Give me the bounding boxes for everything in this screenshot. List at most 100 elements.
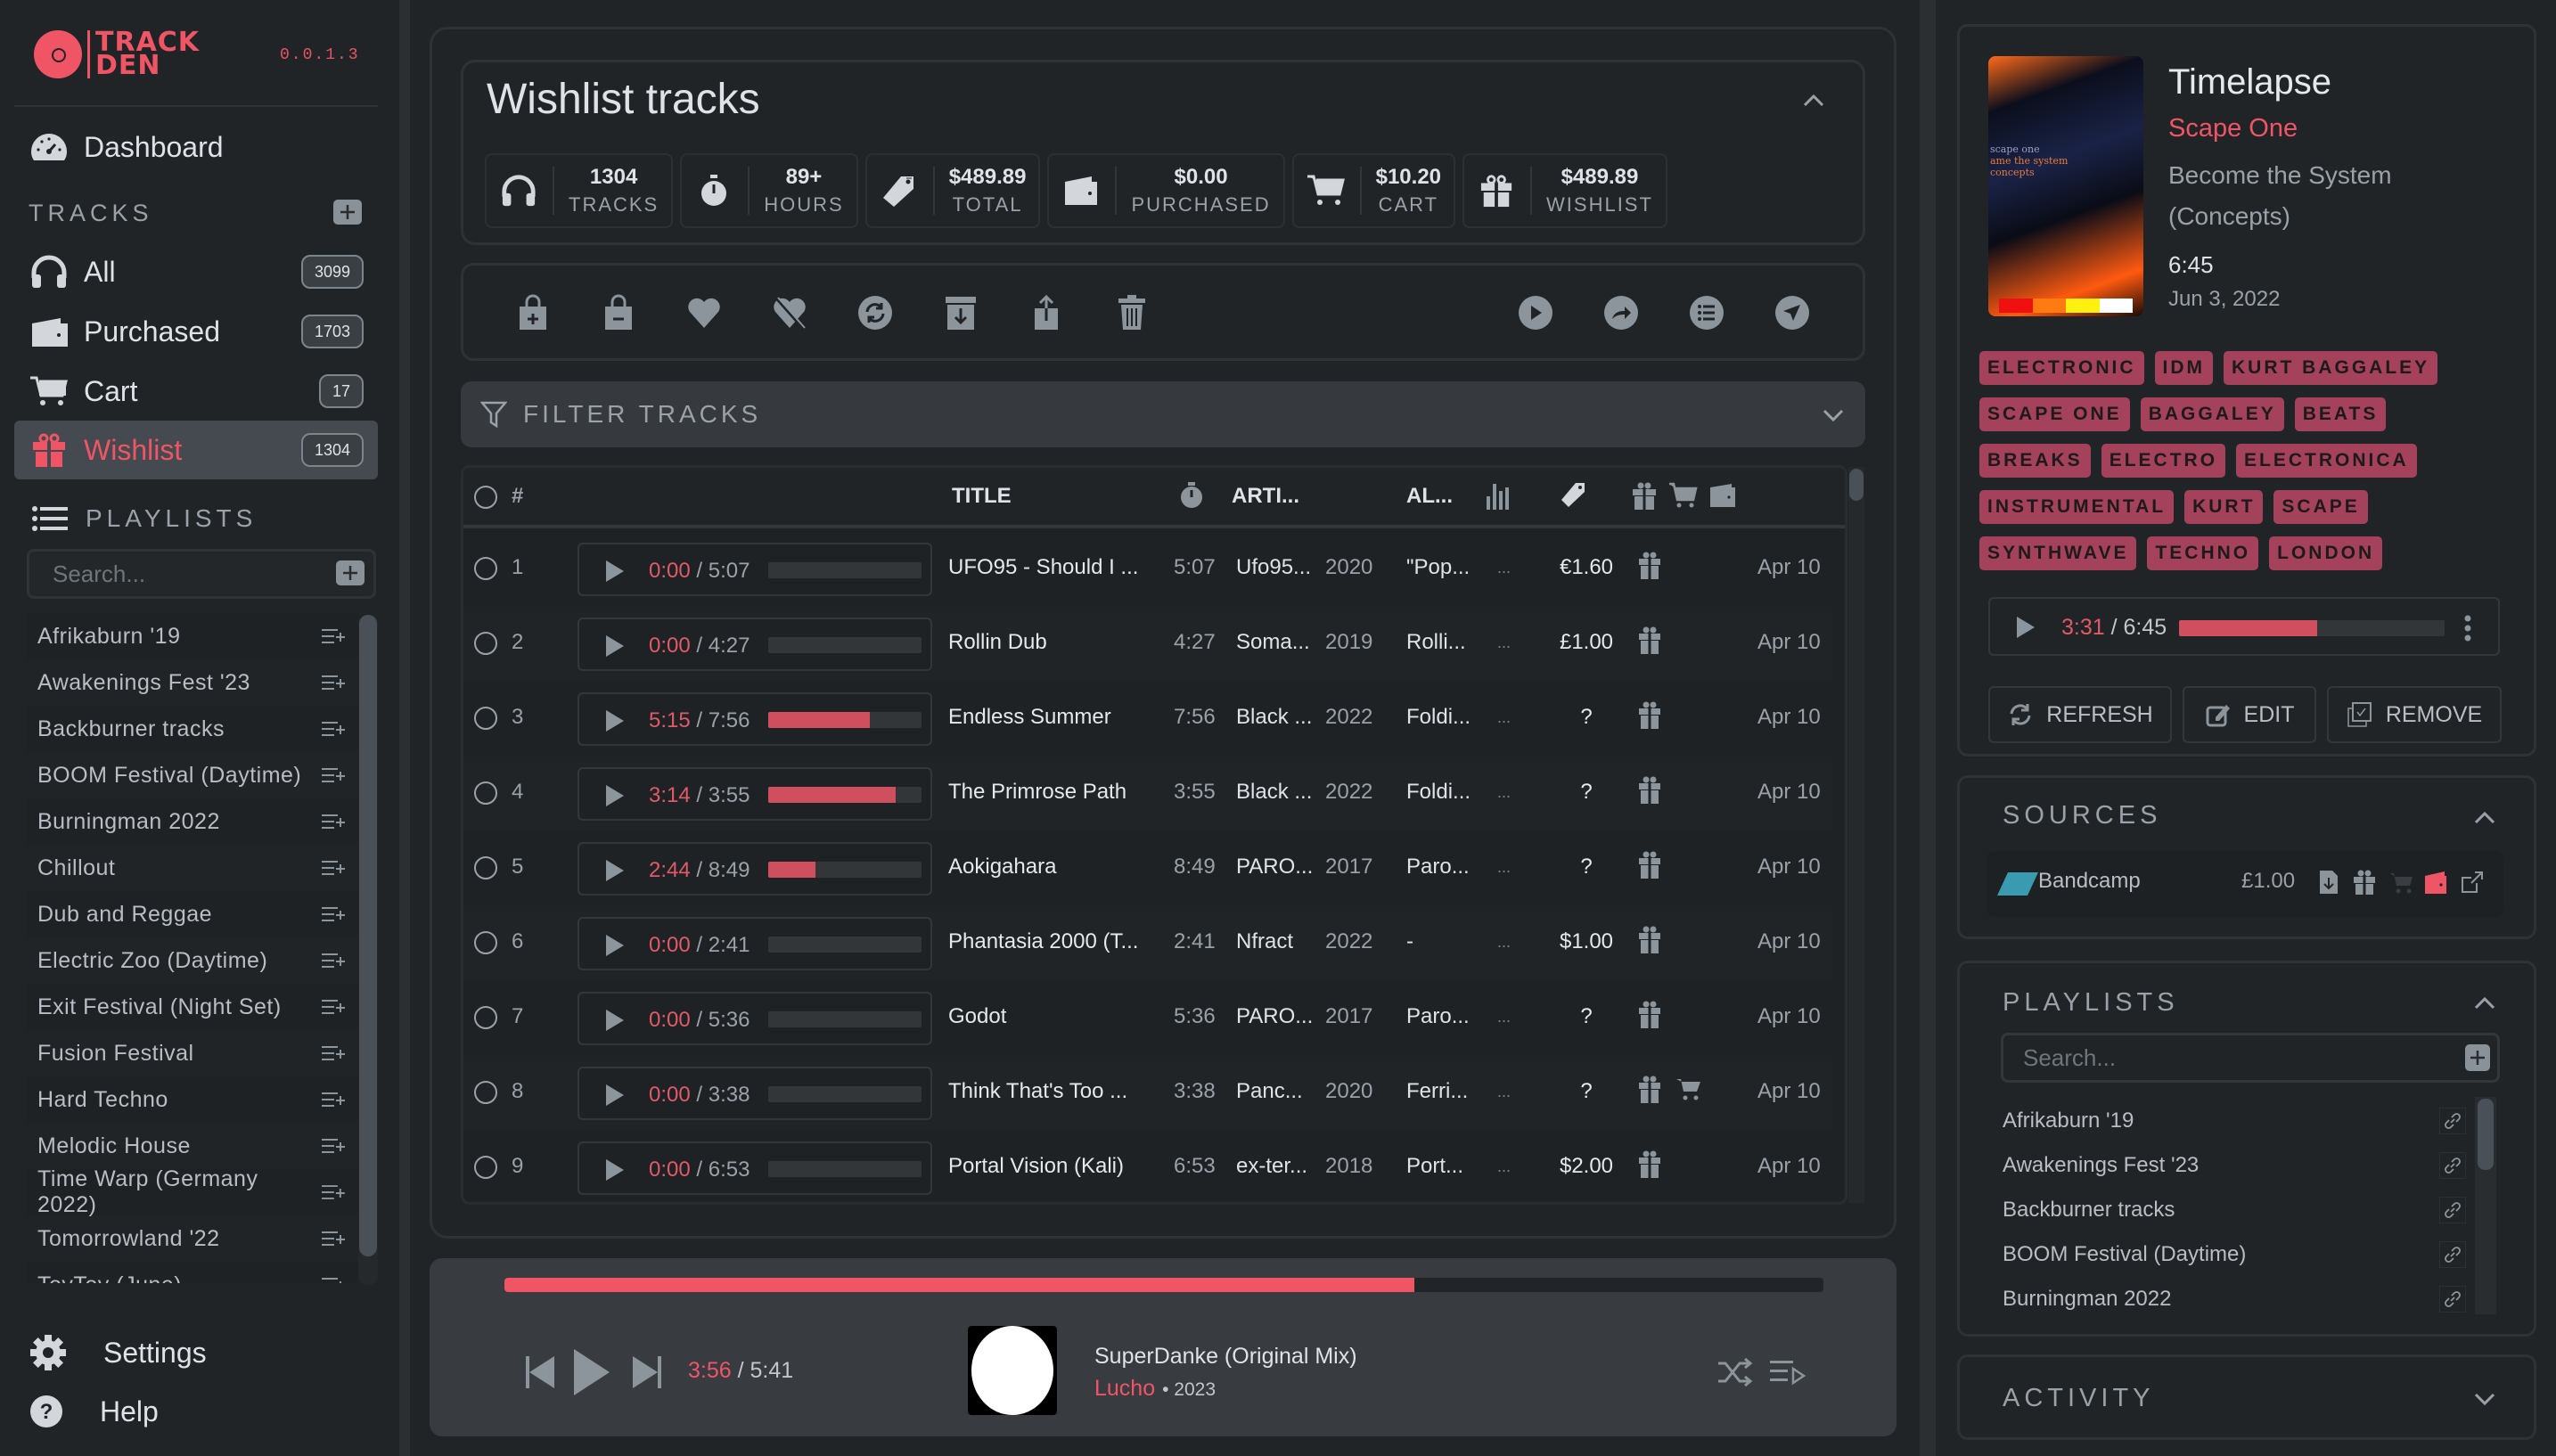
wishlist-gift-icon[interactable] bbox=[2352, 869, 2377, 896]
add-to-playlist-icon[interactable] bbox=[321, 998, 348, 1016]
track-title[interactable]: Portal Vision (Kali) bbox=[948, 1154, 1124, 1179]
track-more[interactable]: ... bbox=[1497, 1083, 1511, 1101]
now-playing-title[interactable]: SuperDanke (Original Mix) bbox=[1094, 1344, 1357, 1370]
wishlist-gift-icon[interactable] bbox=[1636, 1149, 1663, 1179]
add-to-playlist-icon[interactable] bbox=[321, 905, 348, 923]
scrollbar-thumb[interactable] bbox=[359, 615, 377, 1256]
play-selected-button[interactable] bbox=[1515, 292, 1556, 333]
wishlist-gift-icon[interactable] bbox=[1636, 1074, 1663, 1104]
play-button[interactable] bbox=[570, 1347, 611, 1397]
refresh-track-button[interactable]: REFRESH bbox=[1988, 686, 2172, 743]
track-album[interactable]: Paro... bbox=[1406, 1004, 1470, 1029]
table-row[interactable]: 8 0:00 / 3:38 Think That's Too ... 3:38 Panc… bbox=[463, 1056, 1832, 1131]
track-title[interactable]: Rollin Dub bbox=[948, 630, 1047, 655]
row-preview-progress[interactable] bbox=[768, 637, 922, 653]
scrollbar-thumb[interactable] bbox=[1849, 469, 1864, 501]
sidebar-playlist-item[interactable]: Awakenings Fest '23 bbox=[27, 659, 358, 706]
add-playlist-button[interactable] bbox=[336, 560, 365, 585]
chevron-up-icon[interactable] bbox=[2471, 805, 2498, 831]
delete-button[interactable] bbox=[1111, 292, 1152, 333]
tag-chip[interactable]: SCAPE bbox=[2273, 490, 2368, 524]
track-artist[interactable]: Ufo95... bbox=[1236, 555, 1311, 580]
tag-chip[interactable]: INSTRUMENTAL bbox=[1979, 490, 2175, 524]
add-to-playlist-icon[interactable] bbox=[321, 1091, 348, 1108]
nav-wishlist[interactable]: Wishlist 1304 bbox=[14, 421, 378, 479]
row-preview-progress[interactable] bbox=[768, 562, 922, 578]
row-select-radio[interactable] bbox=[474, 557, 497, 580]
track-more[interactable]: ... bbox=[1497, 933, 1511, 952]
row-select-radio[interactable] bbox=[474, 931, 497, 954]
archive-button[interactable] bbox=[940, 292, 981, 333]
table-row[interactable]: 6 0:00 / 2:41 Phantasia 2000 (T... 2:41 Nfra… bbox=[463, 906, 1832, 981]
track-more[interactable]: ... bbox=[1497, 1157, 1511, 1176]
col-artist[interactable]: ARTI... bbox=[1232, 484, 1299, 509]
track-artist[interactable]: Soma... bbox=[1236, 630, 1310, 655]
sidebar-playlist-item[interactable]: Tomorrowland '22 bbox=[27, 1215, 358, 1262]
track-artist[interactable]: Panc... bbox=[1236, 1079, 1303, 1104]
wishlist-gift-icon[interactable] bbox=[1636, 924, 1663, 954]
nav-all[interactable]: All 3099 bbox=[14, 242, 378, 301]
export-button[interactable] bbox=[1026, 292, 1067, 333]
chevron-down-icon[interactable] bbox=[1821, 403, 1846, 428]
track-album[interactable]: Foldi... bbox=[1406, 705, 1471, 730]
tag-chip[interactable]: LONDON bbox=[2269, 536, 2383, 570]
now-playing-artwork[interactable] bbox=[968, 1326, 1057, 1415]
add-to-playlist-icon[interactable] bbox=[321, 766, 348, 784]
album-cover[interactable]: scape one ame the system concepts bbox=[1988, 56, 2143, 316]
track-more[interactable]: ... bbox=[1497, 708, 1511, 727]
remove-track-button[interactable]: REMOVE bbox=[2327, 686, 2502, 743]
table-row[interactable]: 9 0:00 / 6:53 Portal Vision (Kali) 6:53 ex-t… bbox=[463, 1131, 1832, 1202]
col-wishlist-gift-icon[interactable] bbox=[1629, 480, 1659, 511]
tag-chip[interactable]: KURT BAGGALEY bbox=[2224, 351, 2438, 385]
external-link-icon[interactable] bbox=[2459, 869, 2484, 896]
download-file-icon[interactable] bbox=[2316, 869, 2341, 896]
nav-cart[interactable]: Cart 17 bbox=[14, 362, 378, 421]
sidebar-playlist-item[interactable]: Backburner tracks bbox=[27, 706, 358, 752]
col-number[interactable]: # bbox=[512, 484, 523, 509]
track-title[interactable]: Aokigahara bbox=[948, 855, 1056, 879]
source-row[interactable]: Bandcamp £1.00 bbox=[1987, 851, 2503, 917]
row-preview-progress[interactable] bbox=[768, 787, 922, 803]
add-to-playlist-icon[interactable] bbox=[321, 813, 348, 830]
row-select-radio[interactable] bbox=[474, 632, 497, 655]
tag-chip[interactable]: ELECTRO bbox=[2101, 444, 2226, 478]
nav-help[interactable]: ? Help bbox=[29, 1394, 159, 1429]
track-playlist-search[interactable] bbox=[2001, 1033, 2500, 1083]
add-to-playlist-icon[interactable] bbox=[321, 952, 348, 969]
track-playlist-item[interactable]: Awakenings Fest '23 bbox=[2003, 1143, 2466, 1188]
sidebar-playlist-item[interactable]: Dub and Reggae bbox=[27, 891, 358, 937]
track-album[interactable]: Paro... bbox=[1406, 855, 1470, 879]
sidebar-playlist-item[interactable]: Chillout bbox=[27, 845, 358, 891]
table-row[interactable]: 3 5:15 / 7:56 Endless Summer 7:56 Black ... 2… bbox=[463, 682, 1832, 757]
col-title[interactable]: TITLE bbox=[952, 484, 1012, 509]
previous-track-button[interactable] bbox=[524, 1354, 556, 1390]
col-duration-stopwatch-icon[interactable] bbox=[1176, 480, 1207, 511]
sidebar-playlist-item[interactable]: Afrikaburn '19 bbox=[27, 613, 358, 659]
in-cart-icon[interactable] bbox=[1675, 1076, 1702, 1102]
wishlist-gift-icon[interactable] bbox=[1636, 849, 1663, 879]
play-icon[interactable] bbox=[604, 559, 626, 584]
col-purchased-wallet-icon[interactable] bbox=[1708, 480, 1738, 511]
add-to-playlist-button[interactable] bbox=[1686, 292, 1727, 333]
tag-chip[interactable]: ELECTRONICA bbox=[2236, 444, 2417, 478]
tag-chip[interactable]: IDM bbox=[2154, 351, 2213, 385]
add-to-playlist-icon[interactable] bbox=[321, 1137, 348, 1155]
playlist-scrollbar[interactable] bbox=[2475, 1097, 2496, 1314]
playlist-search-input[interactable] bbox=[53, 560, 302, 588]
add-to-playlist-icon[interactable] bbox=[321, 1230, 348, 1247]
play-icon[interactable] bbox=[604, 708, 626, 733]
track-playlist-search-input[interactable] bbox=[2023, 1043, 2415, 1072]
col-album[interactable]: AL... bbox=[1406, 484, 1453, 509]
track-artist[interactable]: PARO... bbox=[1236, 855, 1313, 879]
add-to-playlist-icon[interactable] bbox=[321, 1044, 348, 1062]
track-title[interactable]: Think That's Too ... bbox=[948, 1079, 1127, 1104]
row-preview-progress[interactable] bbox=[768, 1161, 922, 1177]
wishlist-gift-icon[interactable] bbox=[1636, 699, 1663, 730]
row-preview-progress[interactable] bbox=[768, 937, 922, 953]
table-row[interactable]: 7 0:00 / 5:36 Godot 5:36 PARO... 2017 Paro....… bbox=[463, 981, 1832, 1056]
track-playlist-item[interactable]: Afrikaburn '19 bbox=[2003, 1099, 2466, 1143]
track-more[interactable]: ... bbox=[1497, 1008, 1511, 1027]
play-icon[interactable] bbox=[604, 933, 626, 958]
track-artist[interactable]: Black ... bbox=[1236, 780, 1312, 805]
panel-resize-handle[interactable] bbox=[1920, 0, 1936, 1456]
